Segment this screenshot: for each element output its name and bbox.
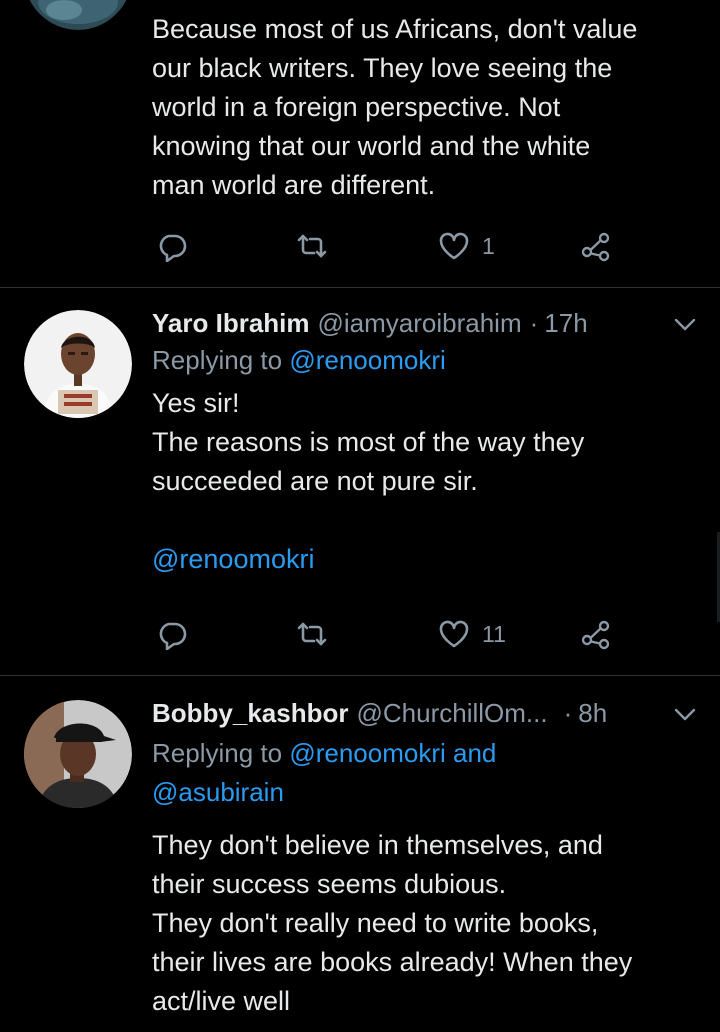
reply-icon (159, 622, 187, 650)
tweet-text-line: They don't believe in themselves, and (152, 830, 603, 860)
tweet-text-line: man world are different. (152, 170, 436, 200)
tweet-text-line: Yes sir! (152, 388, 240, 418)
user-handle[interactable]: @ChurchillOm... (357, 696, 548, 730)
user-name[interactable]: Yaro Ibrahim (152, 306, 310, 340)
share-icon (581, 620, 610, 650)
mention-link[interactable]: @asubirain (152, 777, 284, 807)
heart-icon (439, 232, 469, 260)
retweet-button[interactable] (296, 226, 328, 266)
avatar[interactable] (24, 0, 132, 30)
avatar[interactable] (24, 310, 132, 418)
mention-link[interactable]: @renoomokri (289, 738, 445, 768)
mention-link[interactable]: @renoomokri (289, 345, 445, 375)
replying-to: Replying to @renoomokri (152, 342, 697, 378)
user-name[interactable]: Bobby_kashbor (152, 696, 349, 730)
tweet-text-line: knowing that our world and the white (152, 131, 591, 161)
retweet-icon (297, 234, 327, 258)
tweet-content: Bobby_kashbor @ChurchillOm... · 8h Reply… (152, 696, 697, 1021)
tweet-body: They don't believe in themselves, and th… (152, 826, 697, 1021)
heart-icon (439, 620, 469, 648)
tweet-1[interactable]: Because most of us Africans, don't value… (0, 0, 720, 286)
chevron-down-icon[interactable] (673, 314, 697, 334)
replying-to-label: Replying to (152, 738, 283, 768)
tweet-actions: 11 (152, 614, 622, 654)
reply-button[interactable] (156, 226, 188, 266)
mention-link[interactable]: @renoomokri (152, 540, 697, 579)
tweet-time: 8h (578, 698, 608, 728)
tweet-time: 17h (544, 308, 588, 338)
tweet-text-line: The reasons is most of the way they (152, 427, 585, 457)
like-button[interactable]: 1 (438, 226, 495, 266)
like-button[interactable]: 11 (438, 614, 506, 654)
like-count: 1 (482, 232, 495, 259)
tweet-body: Because most of us Africans, don't value… (152, 10, 697, 205)
tweet-text-line: their success seems dubious. (152, 869, 507, 899)
retweet-button[interactable] (296, 614, 328, 654)
tweet-text-line: succeeded are not pure sir. (152, 466, 478, 496)
tweet-content: Yaro Ibrahim @iamyaroibrahim · 17h Reply… (152, 306, 697, 579)
reply-icon (159, 234, 187, 262)
tweet-header: Yaro Ibrahim @iamyaroibrahim · 17h (152, 306, 697, 340)
replying-to: Replying to @renoomokri and @asubirain (152, 734, 697, 812)
reply-button[interactable] (156, 614, 188, 654)
replying-to-label: Replying to (152, 345, 283, 375)
avatar[interactable] (24, 700, 132, 808)
like-count: 11 (482, 620, 506, 647)
tweet-text-line: Because most of us Africans, don't value (152, 14, 638, 44)
tweet-text-line: world in a foreign perspective. Not (152, 92, 561, 122)
separator-dot: · (563, 698, 573, 728)
tweet-text-line: They don't really need to write books, (152, 908, 599, 938)
tweet-body: Yes sir! The reasons is most of the way … (152, 384, 697, 579)
chevron-down-icon[interactable] (673, 704, 697, 724)
tweet-3[interactable]: Bobby_kashbor @ChurchillOm... · 8h Reply… (0, 676, 720, 1032)
share-button[interactable] (580, 614, 612, 654)
tweet-text-line: our black writers. They love seeing the (152, 53, 613, 83)
tweet-text-line: their lives are books already! When they (152, 947, 633, 977)
tweet-text-line: act/live well (152, 986, 291, 1016)
retweet-icon (297, 622, 327, 646)
separator-dot: · (529, 308, 539, 338)
user-handle[interactable]: @iamyaroibrahim (318, 306, 522, 340)
tweet-header: Bobby_kashbor @ChurchillOm... · 8h (152, 696, 697, 730)
share-button[interactable] (580, 226, 612, 266)
share-icon (581, 232, 610, 262)
mention-and: and (453, 738, 497, 768)
tweet-2[interactable]: Yaro Ibrahim @iamyaroibrahim · 17h Reply… (0, 288, 720, 674)
tweet-actions: 1 (152, 226, 622, 266)
